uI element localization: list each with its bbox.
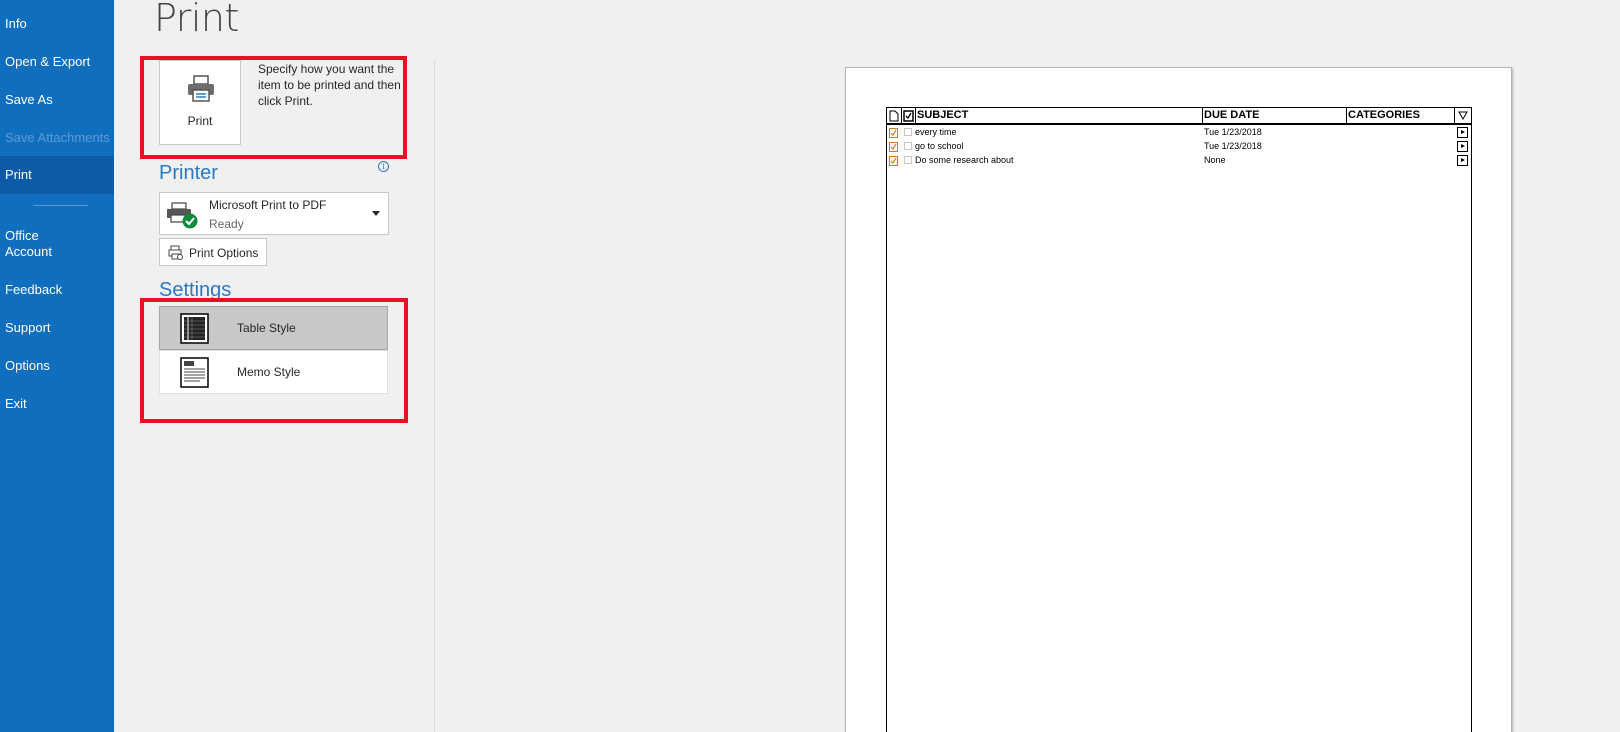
row-due-date: None <box>1204 155 1226 165</box>
preview-row: go to school Tue 1/23/2018 <box>887 140 1471 154</box>
print-button-label: Print <box>187 114 213 128</box>
row-subject: every time <box>915 127 957 137</box>
memo-style-icon <box>180 357 209 388</box>
print-options-button[interactable]: Print Options <box>159 238 267 266</box>
column-divider <box>1454 108 1455 125</box>
flag-icon <box>1457 141 1468 152</box>
column-divider <box>1202 108 1203 125</box>
preview-table: SUBJECT DUE DATE CATEGORIES every time T… <box>886 107 1472 732</box>
print-options-label: Print Options <box>189 246 259 260</box>
panel-divider <box>434 60 435 732</box>
printer-dropdown[interactable]: Microsoft Print to PDF Ready <box>159 192 389 235</box>
sidebar-item-save-attachments: Save Attachments <box>5 130 110 145</box>
sidebar-divider <box>33 205 88 206</box>
style-option-table-label: Table Style <box>237 321 296 335</box>
sidebar-item-exit[interactable]: Exit <box>0 396 114 412</box>
complete-checkbox-icon <box>903 110 914 122</box>
column-header-subject: SUBJECT <box>917 109 969 121</box>
print-button[interactable]: Print <box>159 60 241 145</box>
page-title: Print <box>154 0 239 40</box>
backstage-sidebar: Info Open & Export Save As Save Attachme… <box>0 0 114 732</box>
printer-name: Microsoft Print to PDF <box>209 198 327 212</box>
chevron-down-icon <box>372 211 380 216</box>
column-divider <box>915 108 916 125</box>
printer-section-title: Printer <box>159 162 218 184</box>
sidebar-item-office-account[interactable]: Office Account <box>0 228 114 260</box>
preview-table-header: SUBJECT DUE DATE CATEGORIES <box>887 108 1471 125</box>
style-option-table[interactable]: Table Style <box>159 306 388 350</box>
sidebar-item-options[interactable]: Options <box>0 358 114 374</box>
info-icon[interactable]: i <box>378 161 389 172</box>
row-subject: Do some research about <box>915 155 1014 165</box>
table-style-icon <box>180 313 209 344</box>
sidebar-item-save-as[interactable]: Save As <box>0 92 114 108</box>
preview-row: Do some research about None <box>887 154 1471 168</box>
row-due-date: Tue 1/23/2018 <box>1204 141 1262 151</box>
column-header-categories: CATEGORIES <box>1348 109 1420 121</box>
flag-icon <box>1457 155 1468 166</box>
task-icon <box>889 128 898 138</box>
complete-checkbox <box>904 156 912 164</box>
document-icon <box>889 110 899 122</box>
row-due-date: Tue 1/23/2018 <box>1204 127 1262 137</box>
printer-icon <box>188 75 214 102</box>
flag-icon <box>1457 127 1468 138</box>
sidebar-item-print[interactable]: Print <box>0 156 114 194</box>
column-header-due-date: DUE DATE <box>1204 109 1260 121</box>
sidebar-item-info[interactable]: Info <box>0 16 114 32</box>
preview-row: every time Tue 1/23/2018 <box>887 126 1471 140</box>
sidebar-item-open-export[interactable]: Open & Export <box>0 54 114 70</box>
complete-checkbox <box>904 142 912 150</box>
task-icon <box>889 142 898 152</box>
flag-column-icon <box>1458 111 1468 121</box>
complete-checkbox <box>904 128 912 136</box>
print-preview-page[interactable]: SUBJECT DUE DATE CATEGORIES every time T… <box>845 67 1512 732</box>
column-divider <box>901 108 902 125</box>
printer-ready-icon <box>167 202 198 229</box>
printer-status: Ready <box>209 217 244 231</box>
print-description: Specify how you want the item to be prin… <box>258 62 401 108</box>
style-option-memo[interactable]: Memo Style <box>159 350 388 394</box>
task-icon <box>889 156 898 166</box>
sidebar-item-feedback[interactable]: Feedback <box>0 282 114 298</box>
style-option-memo-label: Memo Style <box>237 365 301 379</box>
column-divider <box>1346 108 1347 125</box>
print-options-icon <box>168 245 183 260</box>
sidebar-item-support[interactable]: Support <box>0 320 114 336</box>
row-subject: go to school <box>915 141 964 151</box>
